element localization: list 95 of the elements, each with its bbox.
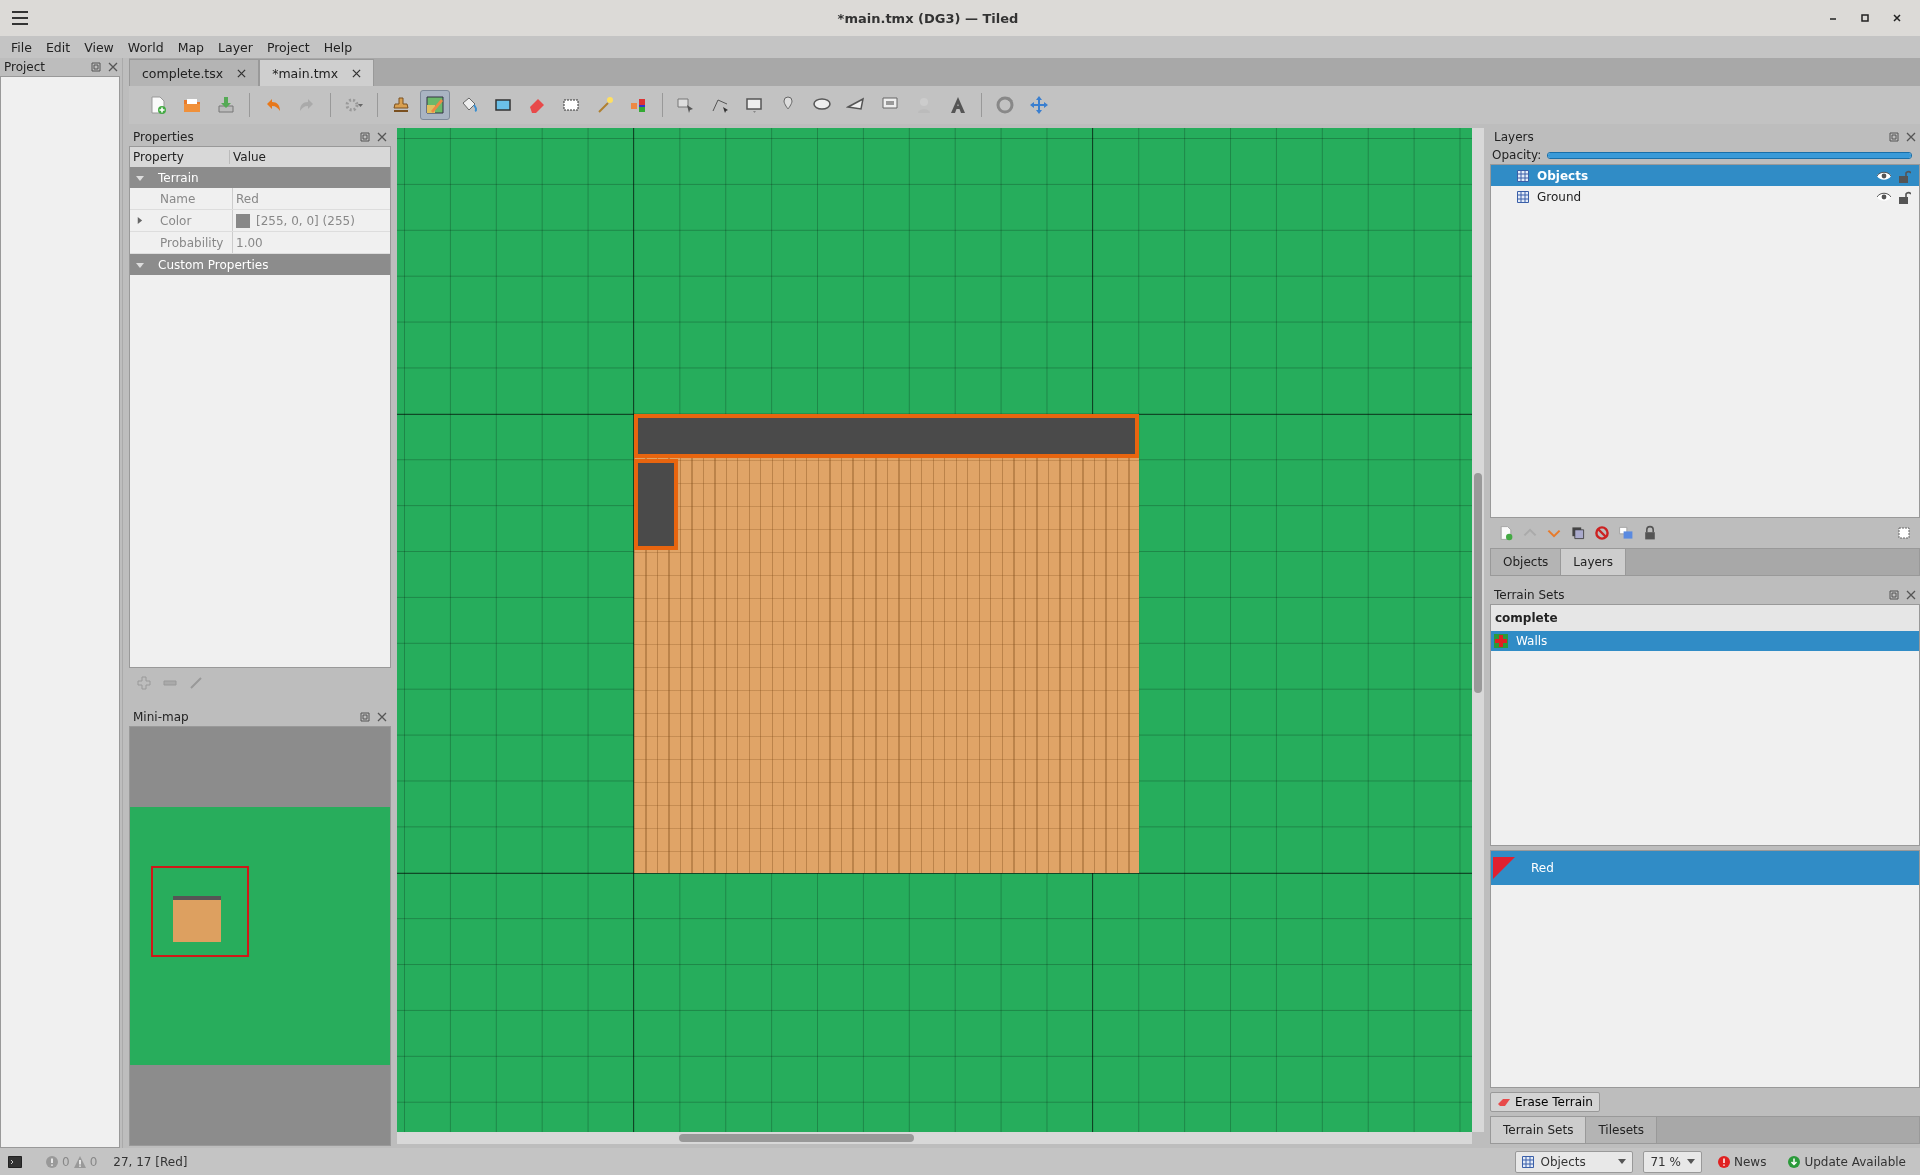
tileset-name: complete (1491, 605, 1919, 631)
stamp-icon (391, 95, 411, 115)
menu-item[interactable]: Project (259, 39, 317, 55)
document-tab[interactable]: *main.tmx (259, 59, 375, 86)
save-icon (216, 95, 236, 115)
rectangle-icon (744, 95, 764, 115)
room-thumbnail (173, 896, 221, 942)
error-icon[interactable] (46, 1155, 58, 1168)
expand-arrow-icon[interactable] (136, 217, 143, 224)
property-name: Probability (160, 235, 225, 250)
opacity-label: Opacity: (1492, 148, 1542, 162)
float-icon[interactable] (91, 62, 101, 72)
panel-title: Project (4, 60, 46, 74)
menu-item[interactable]: View (77, 39, 121, 55)
tile-layer-icon (1517, 169, 1529, 182)
panel-tab[interactable]: Objects (1491, 549, 1562, 575)
add-layer-icon[interactable] (1498, 525, 1514, 541)
new-file-icon (148, 95, 168, 115)
rotate-icon (995, 95, 1015, 115)
column-header[interactable]: Property (130, 150, 230, 164)
layer-row[interactable]: Objects (1491, 165, 1919, 186)
expand-arrow-icon[interactable] (136, 260, 144, 269)
terrain-brush-tool-button[interactable] (420, 90, 450, 120)
close-icon[interactable] (237, 68, 247, 78)
float-icon[interactable] (360, 712, 370, 722)
panel-title: Layers (1494, 130, 1534, 144)
erase-terrain-button[interactable]: Erase Terrain (1490, 1092, 1600, 1112)
zoom-dropdown[interactable]: 71 % (1643, 1150, 1702, 1173)
group-label: Terrain (158, 170, 199, 185)
terrain-row[interactable]: Red (1491, 851, 1919, 885)
pencil-icon[interactable] (189, 676, 203, 690)
delete-icon[interactable] (1594, 525, 1610, 541)
warning-count: 0 (89, 1154, 98, 1169)
caret-icon (1618, 1159, 1627, 1164)
layer-dropdown[interactable]: Objects (1515, 1150, 1634, 1173)
menu-item[interactable]: World (120, 39, 171, 55)
vertical-scrollbar[interactable] (1472, 128, 1484, 1132)
terrain-set-row[interactable]: Walls (1491, 631, 1919, 651)
color-swatch (236, 213, 250, 228)
map-canvas[interactable] (397, 128, 1472, 1132)
news-link[interactable]: News (1717, 1154, 1767, 1169)
cursor-position: 27, 17 [Red] (113, 1154, 188, 1169)
column-header[interactable]: Value (230, 150, 390, 164)
panel-title: Mini-map (133, 710, 189, 724)
terrain-brush-icon (425, 95, 445, 115)
eye-icon[interactable] (1877, 191, 1891, 202)
error-count: 0 (62, 1154, 70, 1169)
update-available-link[interactable]: Update Available (1788, 1154, 1906, 1169)
lock-icon[interactable] (1642, 525, 1658, 541)
document-tab[interactable]: complete.tsx (129, 59, 260, 86)
close-icon[interactable] (1892, 13, 1902, 23)
overlap-icon[interactable] (1618, 525, 1634, 541)
viewport-frame[interactable] (151, 866, 249, 957)
eraser-icon (1497, 1097, 1511, 1107)
horizontal-scrollbar[interactable] (397, 1132, 1472, 1144)
maximize-icon[interactable] (1860, 13, 1870, 23)
menu-item[interactable]: Help (316, 39, 360, 55)
close-icon[interactable] (352, 68, 362, 78)
panel-title: Terrain Sets (1494, 588, 1565, 602)
wall-tile-icon (1494, 634, 1508, 648)
panel-tab[interactable]: Terrain Sets (1491, 1117, 1587, 1143)
layer-row[interactable]: Ground (1491, 186, 1919, 207)
opacity-slider[interactable] (1547, 151, 1912, 159)
panel-tab[interactable]: Layers (1561, 549, 1627, 575)
terrain-corner-icon (1493, 857, 1515, 879)
float-icon[interactable] (360, 132, 370, 142)
caret-icon (1686, 1159, 1695, 1164)
expand-arrow-icon[interactable] (136, 173, 144, 182)
tile-layer-icon (1517, 190, 1529, 203)
wall-object[interactable] (634, 459, 678, 550)
duplicate-icon[interactable] (1570, 525, 1586, 541)
text-icon (948, 95, 968, 115)
alert-icon (1717, 1155, 1730, 1168)
menu-item[interactable]: Edit (38, 39, 78, 55)
eye-icon[interactable] (1877, 170, 1891, 181)
panel-tab[interactable]: Tilesets (1586, 1117, 1657, 1143)
move-icon (1029, 95, 1049, 115)
menu-item[interactable]: Map (170, 39, 212, 55)
property-name: Color (160, 213, 193, 228)
panel-title: Properties (133, 130, 194, 144)
float-icon[interactable] (1889, 590, 1899, 600)
group-label: Custom Properties (158, 257, 269, 272)
float-icon[interactable] (1889, 132, 1899, 142)
warning-icon[interactable] (73, 1155, 86, 1168)
property-name: Name (160, 191, 197, 206)
padlock-icon[interactable] (1899, 189, 1911, 204)
menu-icon[interactable] (12, 11, 28, 25)
download-icon (1788, 1155, 1801, 1168)
tile-layer-icon (1522, 1155, 1535, 1168)
selection-frame-icon[interactable] (1896, 525, 1912, 541)
console-icon[interactable] (8, 1155, 22, 1168)
wall-object[interactable] (634, 414, 1139, 458)
window-title: *main.tmx (DG3) — Tiled (836, 10, 1020, 26)
menu-item[interactable]: Layer (211, 39, 260, 55)
menu-item[interactable]: File (4, 39, 39, 55)
